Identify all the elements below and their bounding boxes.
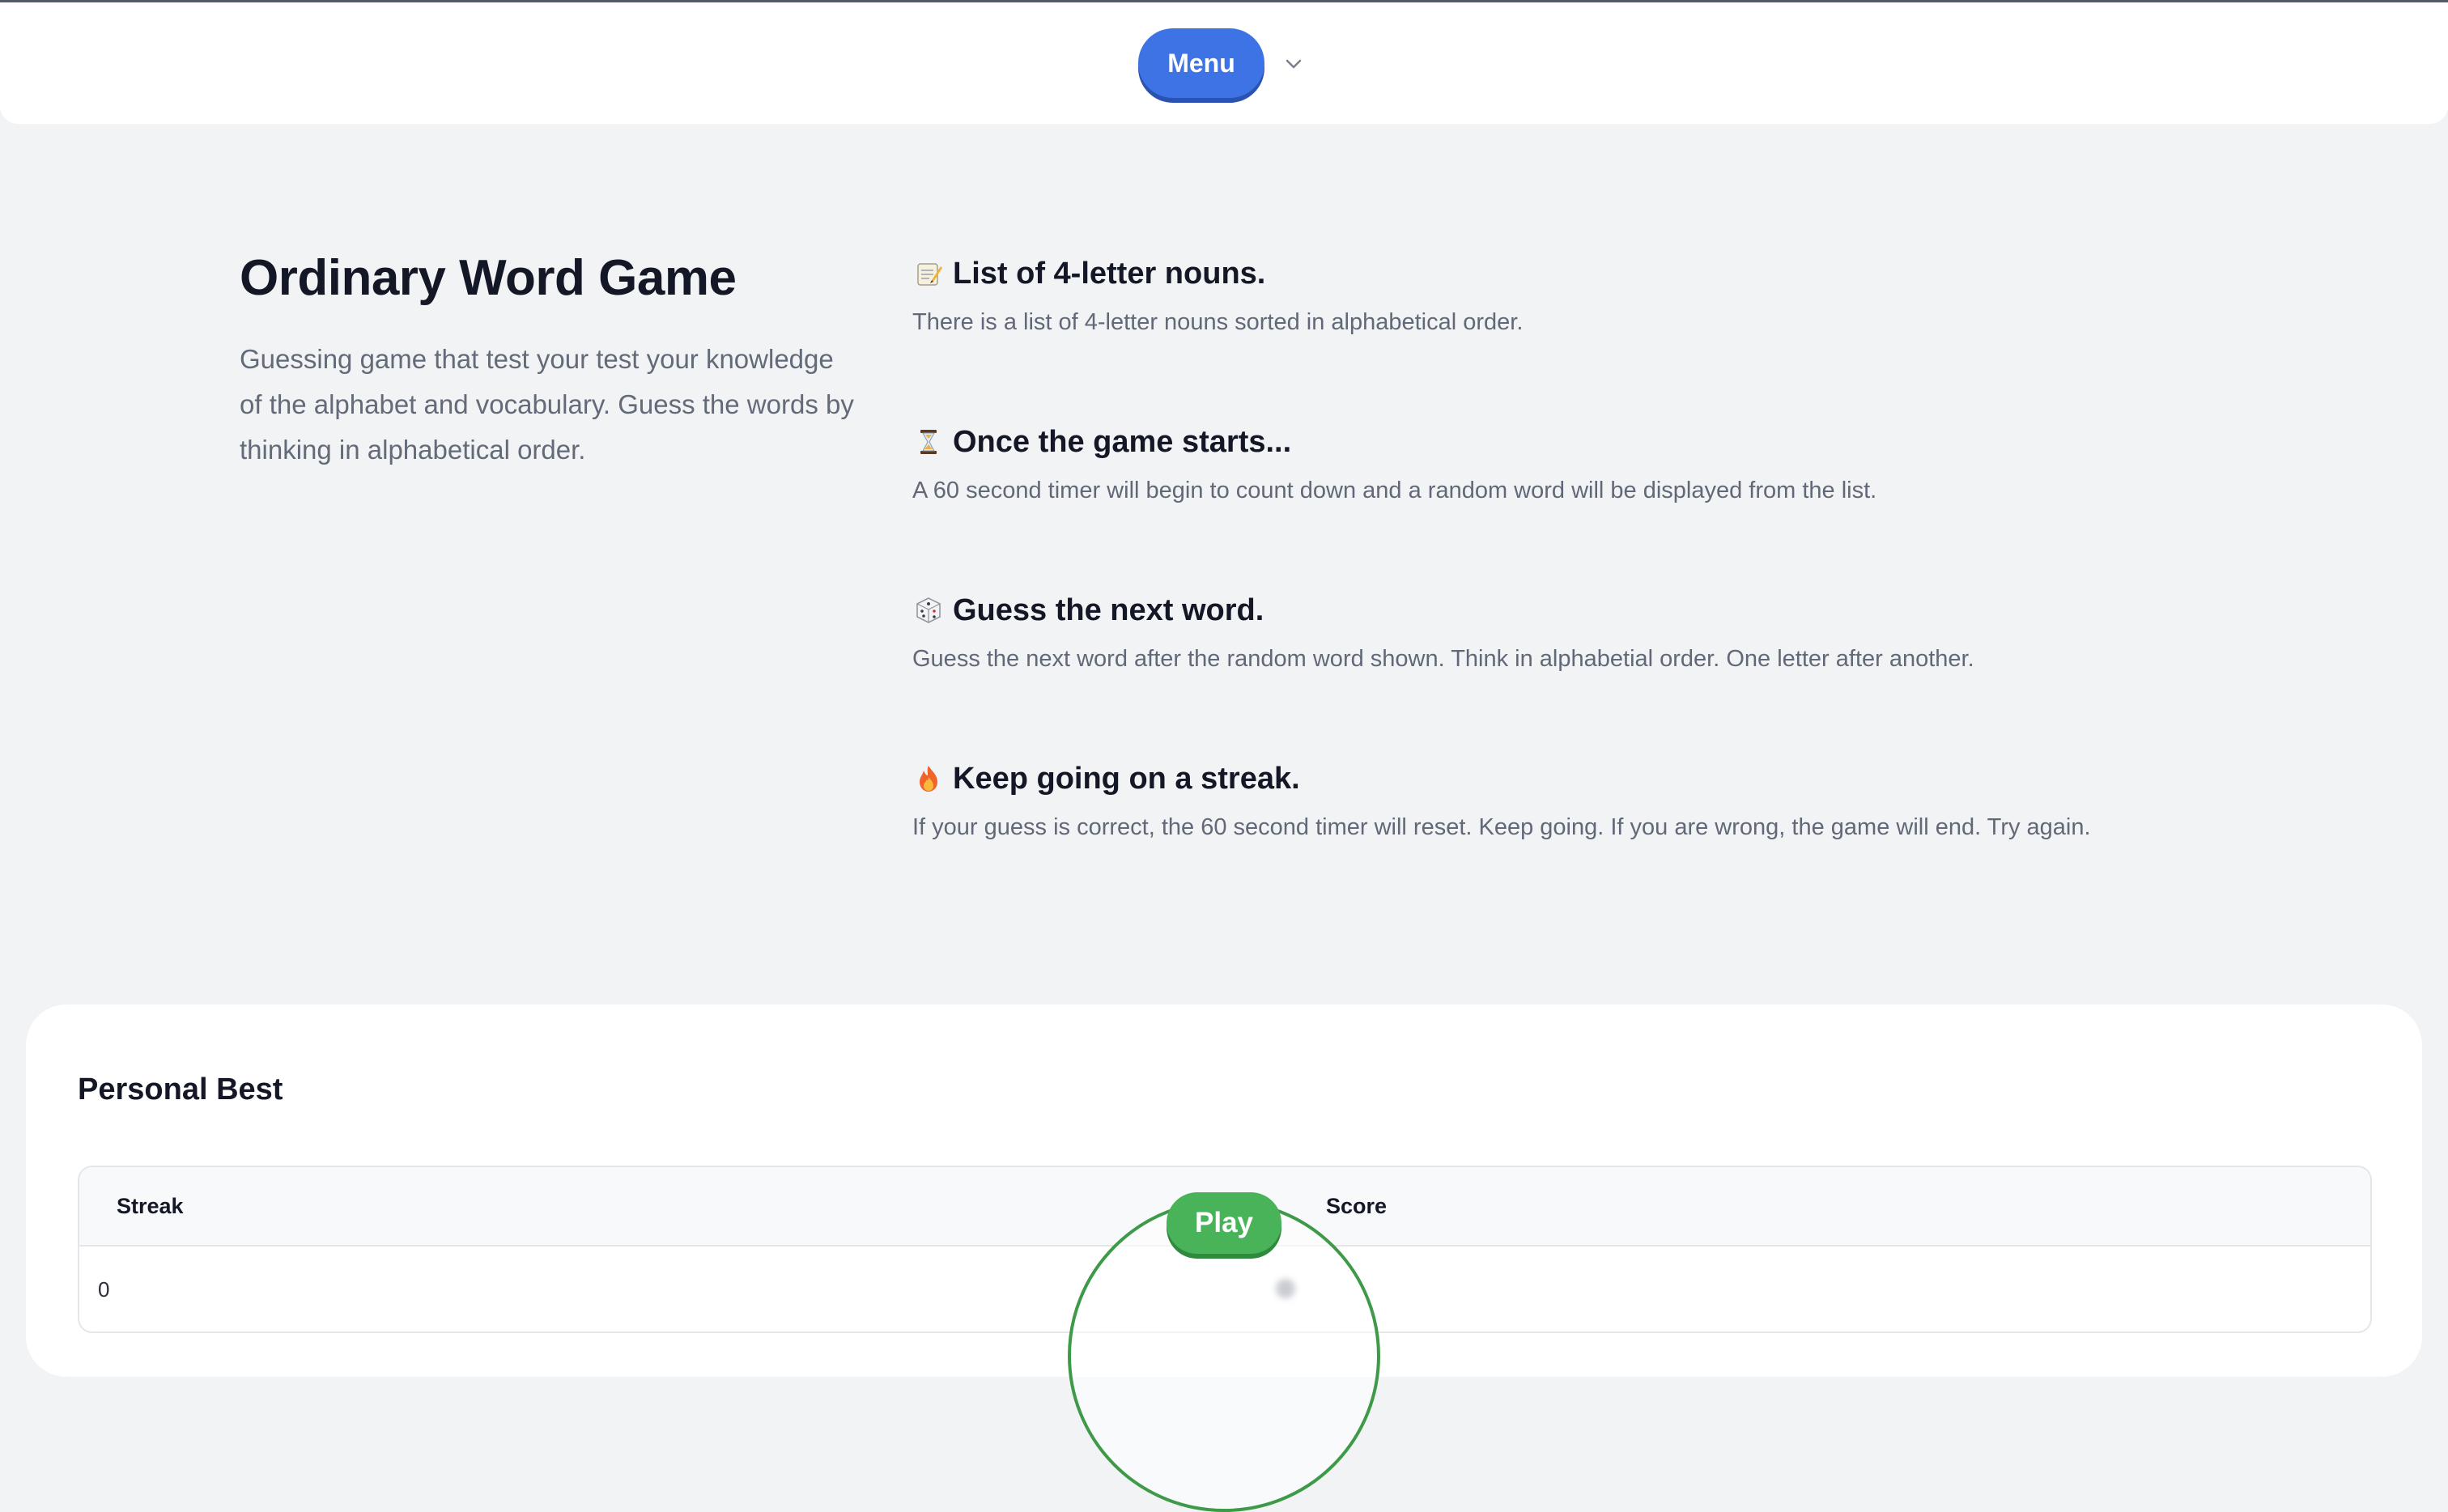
instruction-step: Keep going on a streak. If your guess is… xyxy=(912,756,2289,924)
chevron-down-icon[interactable] xyxy=(1282,53,1305,75)
instruction-step: Guess the next word. Guess the next word… xyxy=(912,588,2289,756)
dice-icon xyxy=(912,594,945,626)
step-description: If your guess is correct, the 60 second … xyxy=(912,814,2091,840)
personal-best-title: Personal Best xyxy=(78,1072,283,1106)
step-title: List of 4-letter nouns. xyxy=(953,256,1266,291)
step-description: There is a list of 4-letter nouns sorted… xyxy=(912,309,1524,335)
blurred-score-dot xyxy=(1276,1279,1295,1298)
instructions-list: List of 4-letter nouns. There is a list … xyxy=(912,251,2289,924)
step-title: Once the game starts... xyxy=(953,424,1292,459)
play-button[interactable]: Play xyxy=(1167,1192,1281,1254)
instruction-step: List of 4-letter nouns. There is a list … xyxy=(912,251,2289,419)
step-title: Guess the next word. xyxy=(953,592,1264,627)
step-description: Guess the next word after the random wor… xyxy=(912,646,1974,672)
game-description: Guessing game that test your test your k… xyxy=(240,344,854,465)
menu-button[interactable]: Menu xyxy=(1138,28,1264,98)
step-description: A 60 second timer will begin to count do… xyxy=(912,478,1877,503)
fire-icon xyxy=(912,762,945,795)
column-header-score: Score xyxy=(1326,1194,1388,1218)
hourglass-icon xyxy=(912,426,945,458)
top-navigation-bar: Menu xyxy=(0,0,2448,124)
streak-value: 0 xyxy=(98,1277,110,1302)
memo-icon xyxy=(912,257,945,290)
instruction-step: Once the game starts... A 60 second time… xyxy=(912,419,2289,588)
page-title: Ordinary Word Game xyxy=(240,250,737,306)
column-header-streak: Streak xyxy=(117,1194,184,1218)
step-title: Keep going on a streak. xyxy=(953,761,1300,796)
